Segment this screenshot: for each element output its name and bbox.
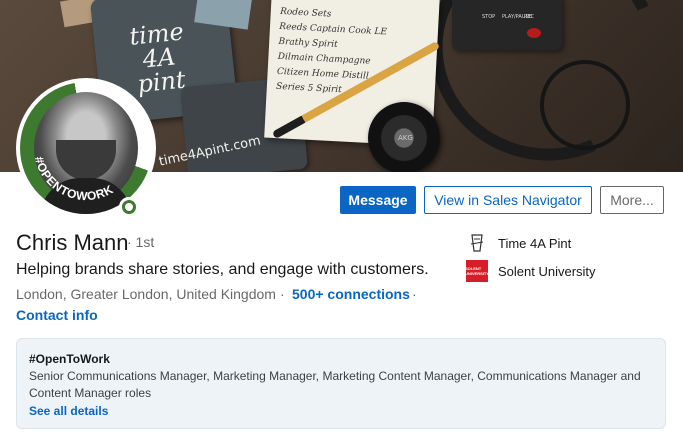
org-name: Time 4A Pint <box>498 235 572 251</box>
contact-info-link[interactable]: Contact info <box>16 307 98 323</box>
solent-logo-icon: SOLENT UNIVERSITY <box>465 260 489 282</box>
audio-recorder <box>452 0 562 50</box>
more-button[interactable]: More... <box>600 186 664 214</box>
separator-dot-2: · <box>412 286 417 302</box>
see-all-details-link[interactable]: See all details <box>29 402 653 420</box>
solent-logo-text: SOLENT UNIVERSITY <box>465 260 489 282</box>
message-button[interactable]: Message <box>340 186 416 214</box>
cable <box>540 60 630 150</box>
open-to-work-badge-text: #OPENTOWORK <box>32 155 115 203</box>
online-status-dot <box>119 197 139 217</box>
org-item-solent-university[interactable]: SOLENT UNIVERSITY Solent University <box>465 260 596 282</box>
connections-link[interactable]: 500+ connections <box>292 286 410 302</box>
open-to-work-title: #OpenToWork <box>29 352 110 366</box>
open-to-work-ring: #OPENTOWORK <box>20 82 152 214</box>
profile-headline: Helping brands share stories, and engage… <box>16 261 429 278</box>
org-item-time4apint[interactable]: Time 4A Pint <box>466 232 571 254</box>
open-to-work-roles: Senior Communications Manager, Marketing… <box>29 369 641 400</box>
separator-dot: · <box>280 286 285 302</box>
view-in-sales-navigator-button[interactable]: View in Sales Navigator <box>424 186 592 214</box>
profile-location: London, Greater London, United Kingdom <box>16 286 276 302</box>
org-name: Solent University <box>498 263 596 279</box>
recorder-label-rec: REC <box>524 14 535 20</box>
connection-degree: · 1st <box>127 234 155 250</box>
open-to-work-badge: #OPENTOWORK <box>32 155 116 203</box>
time4apint-logo-icon <box>466 232 488 254</box>
profile-name: Chris Mann <box>16 230 129 255</box>
open-to-work-card: #OpenToWork Senior Communications Manage… <box>16 338 666 429</box>
svg-text:#OPENTOWORK: #OPENTOWORK <box>32 155 116 203</box>
notebook-lines: Rodeo Sets Reeds Captain Cook LE Brathy Sp… <box>276 5 401 101</box>
recorder-label-stop: STOP <box>482 14 496 20</box>
headphone-logo: AKG <box>398 134 413 142</box>
profile-avatar[interactable]: #OPENTOWORK <box>16 78 156 218</box>
record-button-graphic <box>527 28 541 38</box>
